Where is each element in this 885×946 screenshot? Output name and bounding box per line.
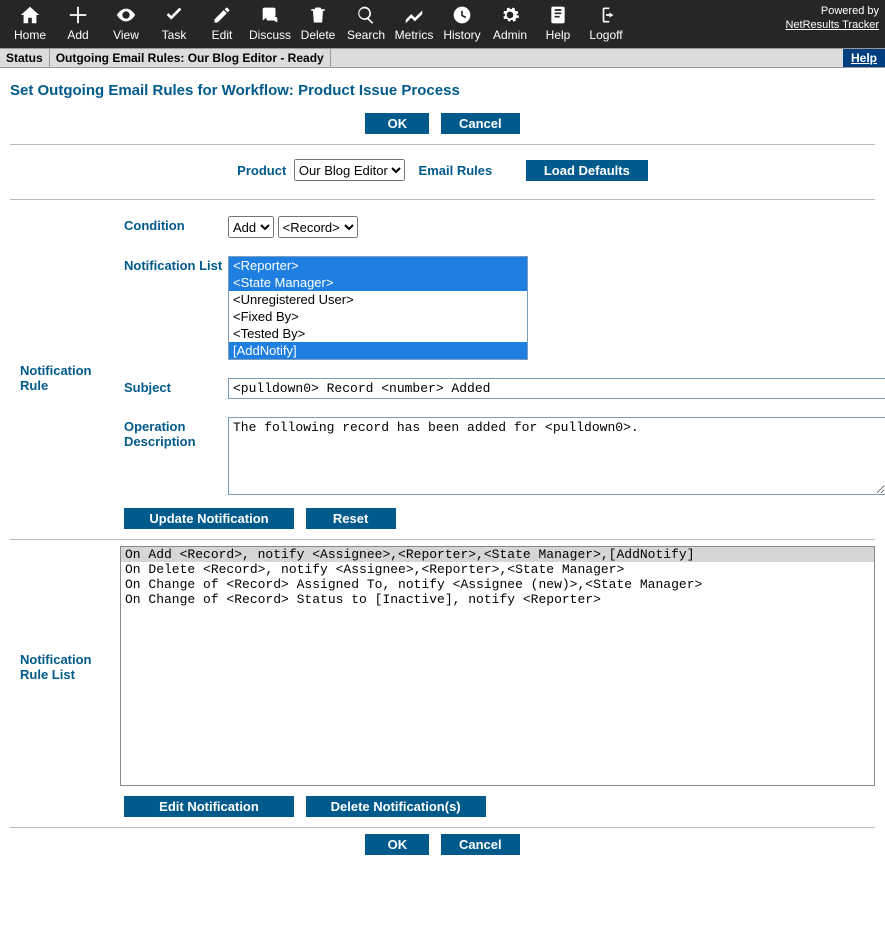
separator (10, 827, 875, 828)
toolbar-logoff-label: Logoff (582, 28, 630, 42)
toolbar-edit-button[interactable]: Edit (198, 2, 246, 42)
notification-rule-side-label: Notification Rule (20, 361, 120, 393)
edit-icon (198, 4, 246, 26)
toolbar-help-label: Help (534, 28, 582, 42)
reset-button[interactable]: Reset (306, 508, 396, 529)
notification-list-label: Notification List (124, 256, 224, 273)
help-icon (534, 4, 582, 26)
admin-icon (486, 4, 534, 26)
toolbar-logoff-button[interactable]: Logoff (582, 2, 630, 42)
page-title: Set Outgoing Email Rules for Workflow: P… (10, 82, 875, 99)
condition-action-select[interactable]: Add (228, 216, 274, 238)
status-message: Outgoing Email Rules: Our Blog Editor - … (50, 49, 331, 67)
condition-label: Condition (124, 216, 224, 233)
separator (10, 539, 875, 540)
toolbar-task-button[interactable]: Task (150, 2, 198, 42)
toolbar-delete-button[interactable]: Delete (294, 2, 342, 42)
toolbar-home-button[interactable]: Home (6, 2, 54, 42)
product-row: Product Our Blog Editor Email Rules Load… (10, 151, 875, 189)
notification-rule-list-label: Notification Rule List (20, 650, 120, 682)
delete-notification-button[interactable]: Delete Notification(s) (306, 796, 486, 817)
product-label: Product (237, 163, 286, 178)
toolbar-delete-label: Delete (294, 28, 342, 42)
toolbar-task-label: Task (150, 28, 198, 42)
powered-by-text: Powered by (821, 5, 879, 17)
rule-list-action-row: Edit Notification Delete Notification(s) (10, 796, 875, 817)
separator (10, 144, 875, 145)
rule-list-line[interactable]: On Change of <Record> Assigned To, notif… (121, 577, 874, 592)
toolbar-add-button[interactable]: Add (54, 2, 102, 42)
toolbar-metrics-label: Metrics (390, 28, 438, 42)
toolbar-history-label: History (438, 28, 486, 42)
load-defaults-button[interactable]: Load Defaults (526, 160, 648, 181)
statusbar-help-link[interactable]: Help (843, 49, 885, 67)
toolbar-admin-label: Admin (486, 28, 534, 42)
update-notification-button[interactable]: Update Notification (124, 508, 294, 529)
notification-option[interactable]: <Tested By> (229, 325, 527, 342)
toolbar-search-button[interactable]: Search (342, 2, 390, 42)
toolbar-help-button[interactable]: Help (534, 2, 582, 42)
toolbar-view-label: View (102, 28, 150, 42)
discuss-icon (246, 4, 294, 26)
operation-description-textarea[interactable] (228, 417, 885, 495)
notification-rule-form: Condition Add <Record> Notification Rule… (10, 206, 875, 502)
toolbar-home-label: Home (6, 28, 54, 42)
notification-list-select[interactable]: <Reporter><State Manager><Unregistered U… (228, 256, 528, 360)
notification-option[interactable]: <State Manager> (229, 274, 527, 291)
notification-option[interactable]: <Unregistered User> (229, 291, 527, 308)
status-bar: Status Outgoing Email Rules: Our Blog Ed… (0, 48, 885, 68)
rule-list-line[interactable]: On Change of <Record> Status to [Inactiv… (121, 592, 874, 607)
rule-list-line[interactable]: On Delete <Record>, notify <Assignee>,<R… (121, 562, 874, 577)
main-toolbar: HomeAddViewTaskEditDiscussDeleteSearchMe… (0, 0, 885, 48)
notification-option[interactable]: <Reporter> (229, 257, 527, 274)
edit-notification-button[interactable]: Edit Notification (124, 796, 294, 817)
powered-by-link[interactable]: NetResults Tracker (785, 19, 879, 31)
add-icon (54, 4, 102, 26)
top-button-row: OK Cancel (10, 113, 875, 134)
metrics-icon (390, 4, 438, 26)
ok-button-bottom[interactable]: OK (365, 834, 429, 855)
view-icon (102, 4, 150, 26)
toolbar-edit-label: Edit (198, 28, 246, 42)
history-icon (438, 4, 486, 26)
toolbar-add-label: Add (54, 28, 102, 42)
toolbar-history-button[interactable]: History (438, 2, 486, 42)
logoff-icon (582, 4, 630, 26)
separator (10, 199, 875, 200)
operation-description-label: Operation Description (124, 417, 224, 449)
toolbar-view-button[interactable]: View (102, 2, 150, 42)
status-label: Status (0, 49, 50, 67)
home-icon (6, 4, 54, 26)
cancel-button-top[interactable]: Cancel (441, 113, 520, 134)
task-icon (150, 4, 198, 26)
subject-input[interactable] (228, 378, 885, 399)
notification-option[interactable]: <Fixed By> (229, 308, 527, 325)
condition-target-select[interactable]: <Record> (278, 216, 358, 238)
toolbar-discuss-label: Discuss (246, 28, 294, 42)
email-rules-link[interactable]: Email Rules (419, 163, 493, 178)
bottom-button-row: OK Cancel (10, 834, 875, 855)
ok-button-top[interactable]: OK (365, 113, 429, 134)
notification-rule-list[interactable]: On Add <Record>, notify <Assignee>,<Repo… (120, 546, 875, 786)
product-select[interactable]: Our Blog Editor (294, 159, 405, 181)
notification-option[interactable]: [AddNotify] (229, 342, 527, 359)
toolbar-admin-button[interactable]: Admin (486, 2, 534, 42)
toolbar-search-label: Search (342, 28, 390, 42)
powered-by: Powered by NetResults Tracker (785, 2, 879, 33)
subject-label: Subject (124, 378, 224, 395)
delete-icon (294, 4, 342, 26)
toolbar-metrics-button[interactable]: Metrics (390, 2, 438, 42)
rule-action-row: Update Notification Reset (10, 508, 875, 529)
toolbar-discuss-button[interactable]: Discuss (246, 2, 294, 42)
search-icon (342, 4, 390, 26)
rule-list-line[interactable]: On Add <Record>, notify <Assignee>,<Repo… (121, 547, 874, 562)
cancel-button-bottom[interactable]: Cancel (441, 834, 520, 855)
